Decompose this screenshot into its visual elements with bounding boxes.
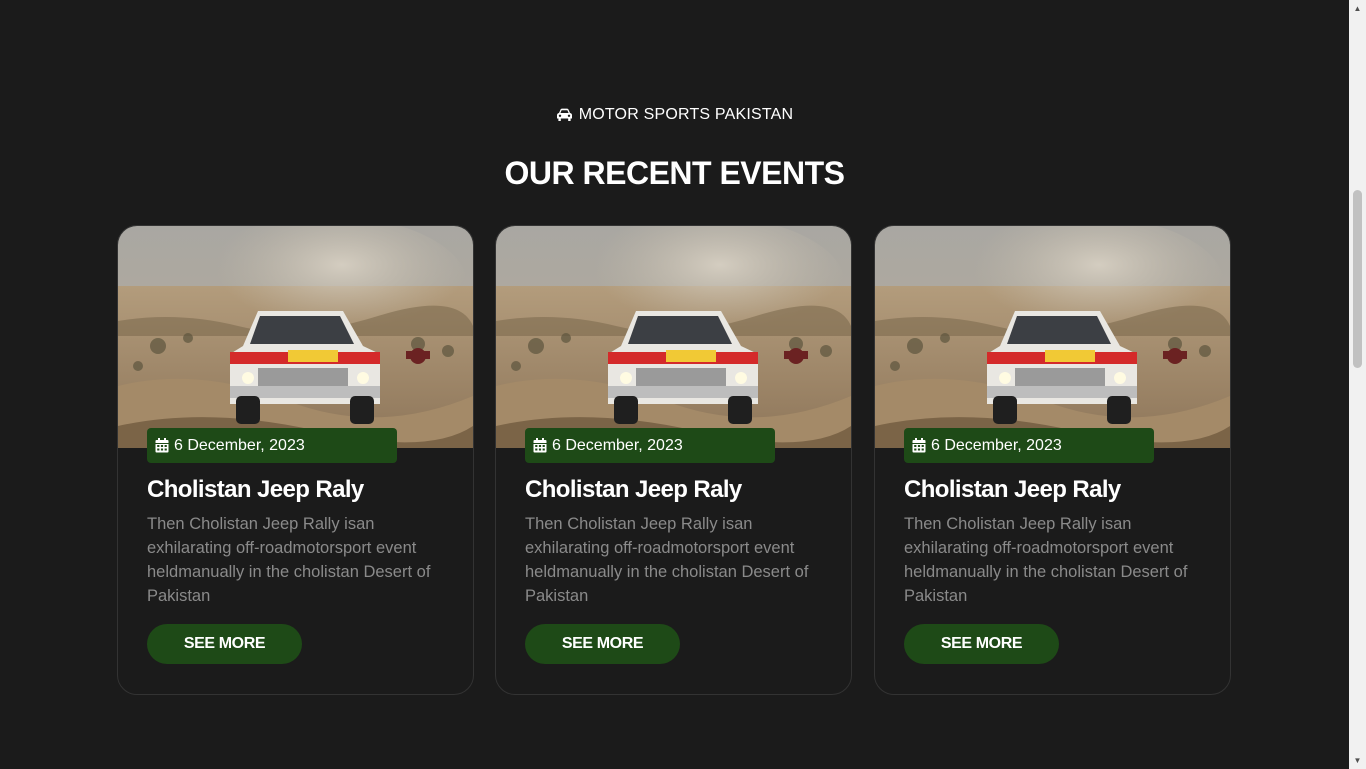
event-title: Cholistan Jeep Raly (525, 476, 742, 503)
event-date-badge: 6 December, 2023 (904, 428, 1154, 463)
calendar-icon (912, 438, 926, 453)
section-heading: OUR RECENT EVENTS (504, 155, 845, 191)
event-description: Then Cholistan Jeep Rally isan exhilarat… (525, 515, 809, 605)
page: MOTOR SPORTS PAKISTAN OUR RECENT EVENTS (0, 0, 1366, 769)
see-more-button[interactable]: SEE MORE (147, 624, 302, 664)
events-section: MOTOR SPORTS PAKISTAN OUR RECENT EVENTS (0, 0, 1349, 769)
see-more-button[interactable]: SEE MORE (525, 624, 680, 664)
event-description: Then Cholistan Jeep Rally isan exhilarat… (147, 515, 431, 605)
eyebrow-text: MOTOR SPORTS PAKISTAN (578, 106, 794, 123)
see-more-button[interactable]: SEE MORE (904, 624, 1059, 664)
event-image (496, 226, 851, 448)
scrollbar-thumb[interactable] (1353, 190, 1362, 368)
vertical-scrollbar[interactable]: ▲ ▼ (1349, 0, 1366, 769)
event-card: 6 December, 2023 Cholistan Jeep Raly The… (495, 225, 852, 695)
event-date: 6 December, 2023 (552, 436, 683, 454)
section-eyebrow: MOTOR SPORTS PAKISTAN (0, 106, 1349, 124)
event-description: Then Cholistan Jeep Rally isan exhilarat… (904, 515, 1188, 605)
event-date: 6 December, 2023 (931, 436, 1062, 454)
scroll-down-arrow-icon[interactable]: ▼ (1349, 752, 1366, 769)
calendar-icon (155, 438, 169, 453)
event-date-badge: 6 December, 2023 (525, 428, 775, 463)
event-image (875, 226, 1230, 448)
event-title: Cholistan Jeep Raly (904, 476, 1121, 503)
calendar-icon (533, 438, 547, 453)
scroll-up-arrow-icon[interactable]: ▲ (1349, 0, 1366, 17)
car-icon (556, 108, 572, 121)
event-card: 6 December, 2023 Cholistan Jeep Raly The… (117, 225, 474, 695)
event-date: 6 December, 2023 (174, 436, 305, 454)
event-card: 6 December, 2023 Cholistan Jeep Raly The… (874, 225, 1231, 695)
event-title: Cholistan Jeep Raly (147, 476, 364, 503)
event-date-badge: 6 December, 2023 (147, 428, 397, 463)
event-image (118, 226, 473, 448)
